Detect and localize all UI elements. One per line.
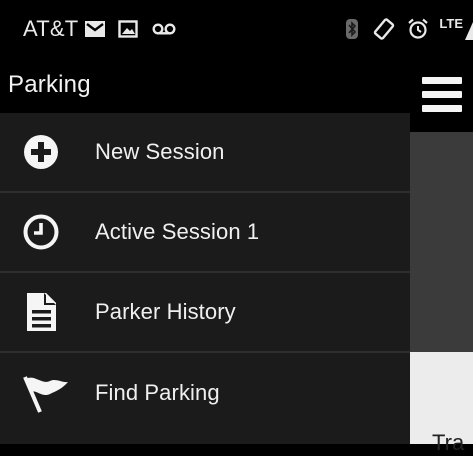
app-toolbar [410,57,473,132]
alarm-icon [407,18,429,40]
clock-icon [0,213,95,251]
add-circle-icon [0,133,95,171]
drawer-title: Parking [8,71,91,98]
menu-item-label: Parker History [95,299,236,324]
menu-item-active-session[interactable]: Active Session 1 [0,193,410,273]
status-bar: AT&T LTE [0,0,473,57]
screen-rotation-icon [373,17,395,40]
bluetooth-icon [345,18,359,40]
drawer-header: Parking [0,57,410,113]
menu-item-label: Find Parking [95,380,220,405]
navigation-drawer: Parking New Session Active Session 1 Par… [0,57,410,444]
menu-item-new-session[interactable]: New Session [0,113,410,193]
status-bar-right: LTE [345,0,473,57]
flag-icon [0,373,95,413]
mail-icon [84,20,106,38]
gallery-icon [118,19,139,38]
menu-item-label: New Session [95,139,225,164]
carrier-name: AT&T [23,15,79,41]
document-icon [0,292,95,332]
signal-icon [465,18,473,40]
app-partial-text: Tra [432,430,465,455]
app-header-panel [410,132,473,352]
menu-item-find-parking[interactable]: Find Parking [0,353,410,433]
background-app: Tra [410,57,473,455]
network-type-label: LTE [439,16,463,31]
menu-item-label: Active Session 1 [95,219,260,244]
drawer-menu: New Session Active Session 1 Parker Hist… [0,113,410,433]
menu-item-parker-history[interactable]: Parker History [0,273,410,353]
voicemail-icon [152,22,176,36]
hamburger-menu-icon[interactable] [422,77,462,113]
